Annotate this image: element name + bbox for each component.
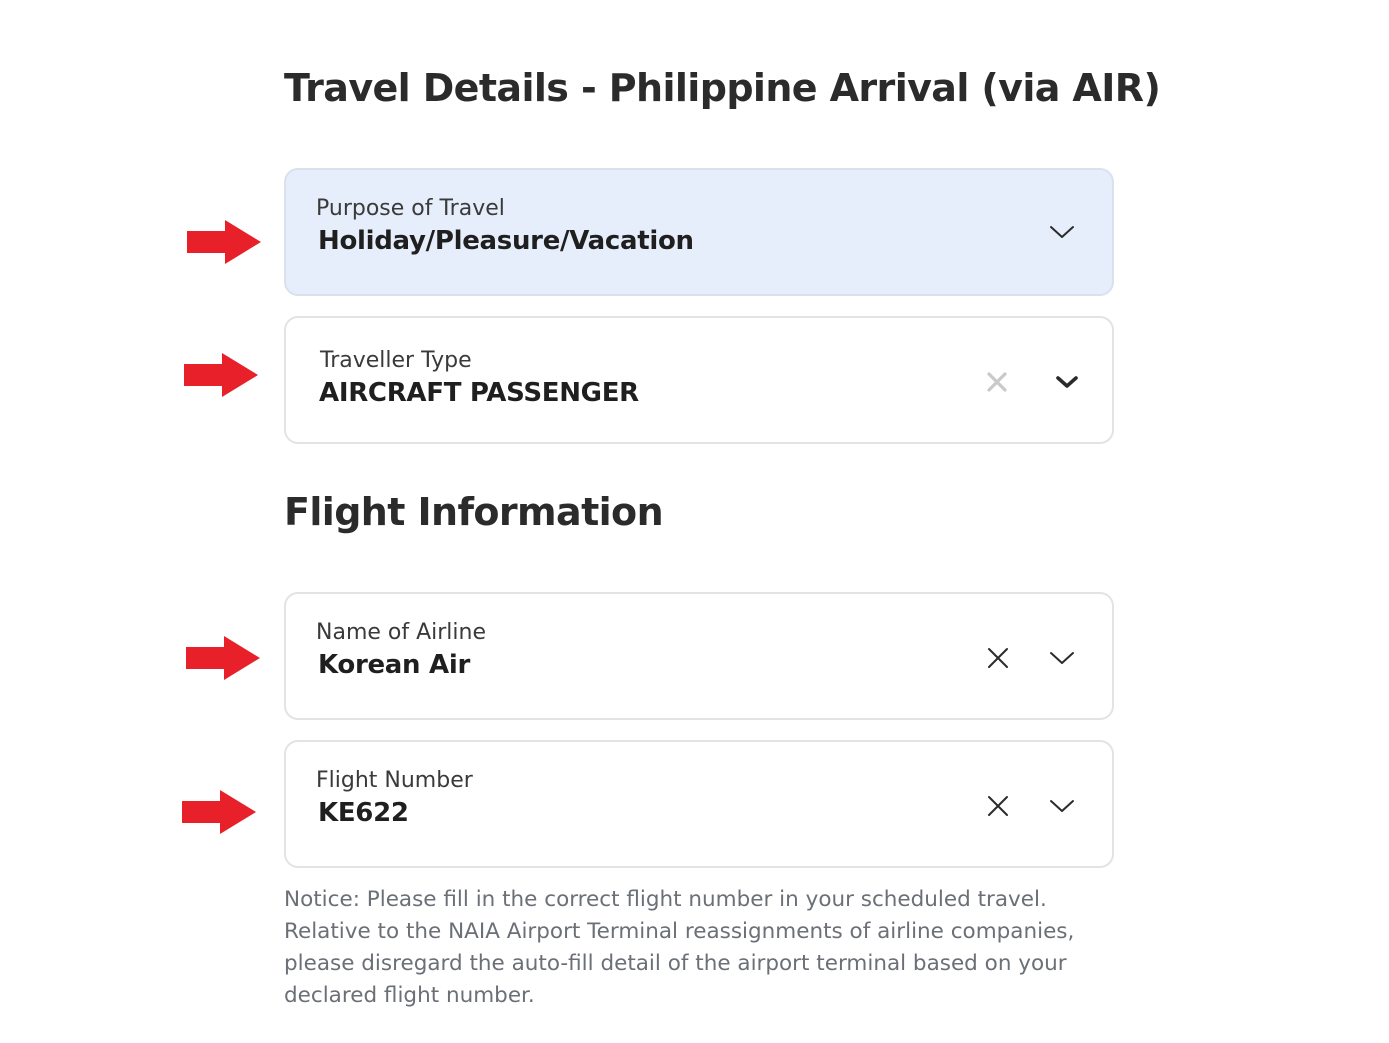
- airline-name-select[interactable]: Name of Airline Korean Air: [284, 592, 1114, 720]
- purpose-of-travel-select[interactable]: Purpose of Travel Holiday/Pleasure/Vacat…: [284, 168, 1114, 296]
- traveller-type-value: AIRCRAFT PASSENGER: [319, 378, 639, 408]
- chevron-down-icon[interactable]: [1044, 214, 1080, 250]
- chevron-down-icon[interactable]: [1044, 640, 1080, 676]
- right-arrow-icon: [184, 353, 258, 397]
- purpose-of-travel-value: Holiday/Pleasure/Vacation: [318, 226, 694, 256]
- close-icon[interactable]: [980, 640, 1016, 676]
- travel-details-heading: Travel Details - Philippine Arrival (via…: [284, 66, 1161, 110]
- traveller-type-label: Traveller Type: [320, 348, 472, 373]
- flight-number-label: Flight Number: [316, 768, 473, 793]
- purpose-of-travel-label: Purpose of Travel: [316, 196, 505, 221]
- chevron-down-icon[interactable]: [1049, 364, 1085, 400]
- close-icon[interactable]: [980, 788, 1016, 824]
- right-arrow-icon: [186, 636, 260, 680]
- airline-name-label: Name of Airline: [316, 620, 487, 645]
- right-arrow-icon: [182, 790, 256, 834]
- flight-number-select[interactable]: Flight Number KE622: [284, 740, 1114, 868]
- flight-number-notice: Notice: Please fill in the correct fligh…: [284, 887, 1075, 1008]
- flight-information-heading: Flight Information: [284, 490, 664, 534]
- right-arrow-icon: [187, 220, 261, 264]
- flight-number-value: KE622: [318, 798, 409, 828]
- chevron-down-icon[interactable]: [1044, 788, 1080, 824]
- close-icon[interactable]: [979, 364, 1015, 400]
- airline-name-value: Korean Air: [318, 650, 470, 680]
- traveller-type-select[interactable]: Traveller Type AIRCRAFT PASSENGER: [284, 316, 1114, 444]
